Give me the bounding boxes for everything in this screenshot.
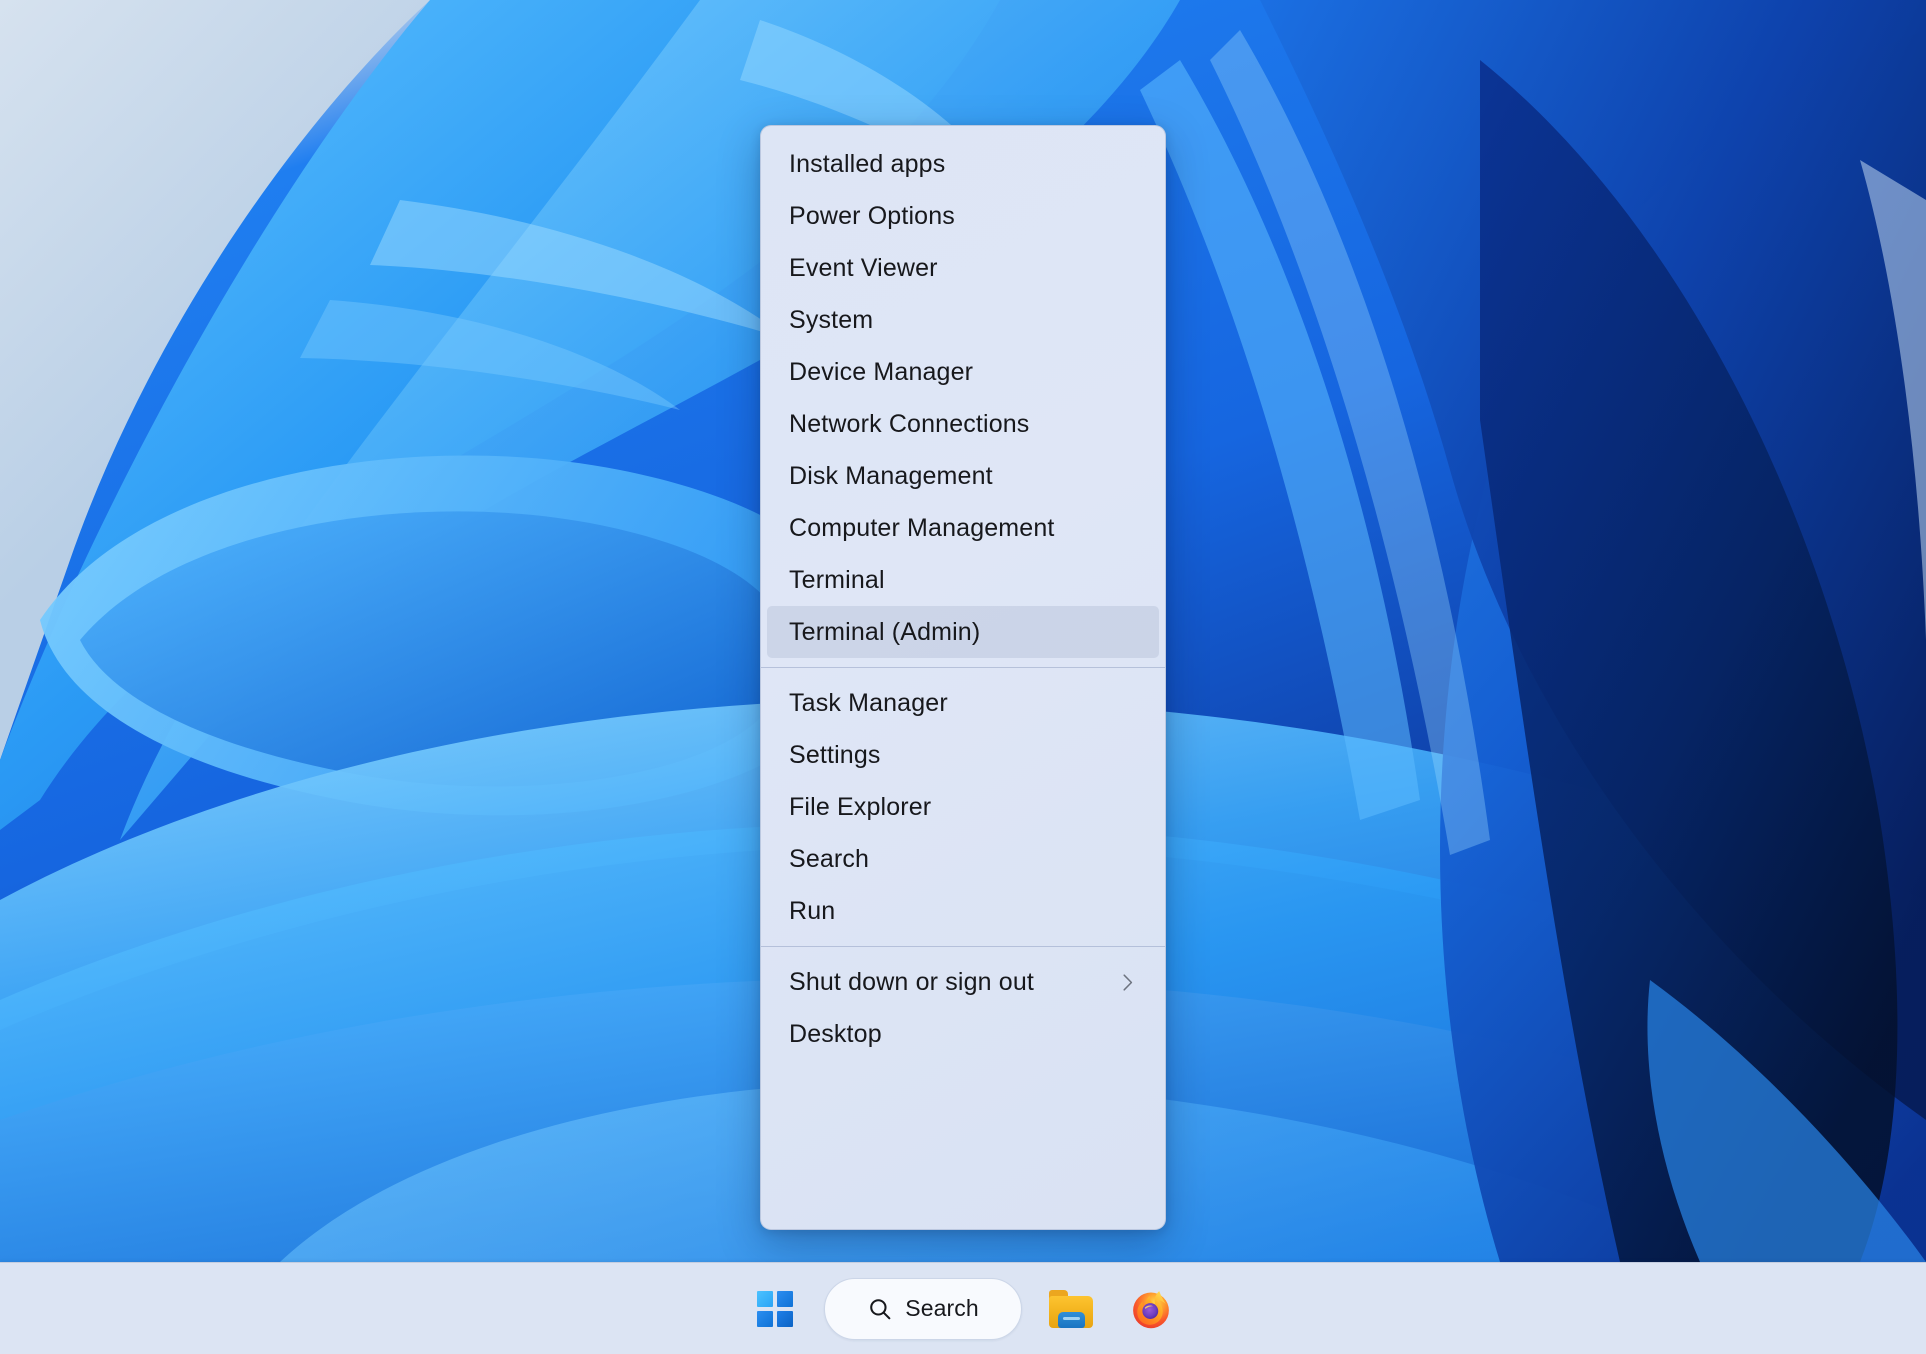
menu-item-label: Power Options <box>789 201 955 230</box>
folder-icon <box>1049 1289 1093 1328</box>
menu-item-label: Computer Management <box>789 513 1055 542</box>
menu-item-run[interactable]: Run <box>767 885 1159 937</box>
menu-item-label: Network Connections <box>789 409 1030 438</box>
menu-item-event-viewer[interactable]: Event Viewer <box>767 242 1159 294</box>
taskbar: Search <box>0 1262 1926 1354</box>
menu-item-label: Event Viewer <box>789 253 938 282</box>
menu-item-search[interactable]: Search <box>767 833 1159 885</box>
winx-quick-link-menu[interactable]: Installed apps Power Options Event Viewer S… <box>760 125 1166 1230</box>
start-button[interactable] <box>744 1278 806 1340</box>
menu-item-settings[interactable]: Settings <box>767 729 1159 781</box>
menu-item-network-connections[interactable]: Network Connections <box>767 398 1159 450</box>
taskbar-item-file-explorer[interactable] <box>1040 1278 1102 1340</box>
menu-item-installed-apps[interactable]: Installed apps <box>767 138 1159 190</box>
menu-item-label: Task Manager <box>789 688 948 717</box>
menu-item-label: Disk Management <box>789 461 993 490</box>
menu-item-device-manager[interactable]: Device Manager <box>767 346 1159 398</box>
menu-separator <box>761 946 1165 947</box>
menu-item-system[interactable]: System <box>767 294 1159 346</box>
menu-item-label: Settings <box>789 740 881 769</box>
menu-item-label: Terminal (Admin) <box>789 617 981 646</box>
menu-item-label: Device Manager <box>789 357 974 386</box>
menu-item-task-manager[interactable]: Task Manager <box>767 677 1159 729</box>
menu-item-label: Search <box>789 844 870 873</box>
menu-item-file-explorer[interactable]: File Explorer <box>767 781 1159 833</box>
menu-item-label: Desktop <box>789 1019 882 1048</box>
menu-item-terminal-admin[interactable]: Terminal (Admin) <box>767 606 1159 658</box>
search-icon <box>870 1298 891 1319</box>
windows-logo-icon <box>757 1290 793 1327</box>
menu-item-shut-down-or-sign-out[interactable]: Shut down or sign out <box>767 956 1159 1008</box>
menu-item-power-options[interactable]: Power Options <box>767 190 1159 242</box>
menu-item-label: Terminal <box>789 565 885 594</box>
menu-item-terminal[interactable]: Terminal <box>767 554 1159 606</box>
menu-item-label: Run <box>789 896 836 925</box>
search-input[interactable]: Search <box>824 1277 1022 1340</box>
firefox-icon <box>1133 1290 1169 1328</box>
menu-item-label: File Explorer <box>789 792 932 821</box>
menu-item-disk-management[interactable]: Disk Management <box>767 450 1159 502</box>
menu-item-label: System <box>789 305 874 334</box>
search-label: Search <box>905 1295 979 1321</box>
menu-item-label: Installed apps <box>789 149 946 178</box>
taskbar-item-firefox[interactable] <box>1120 1278 1182 1340</box>
menu-item-desktop[interactable]: Desktop <box>767 1008 1159 1060</box>
menu-separator <box>761 667 1165 668</box>
taskbar-center-group: Search <box>744 1277 1182 1340</box>
menu-item-label: Shut down or sign out <box>789 967 1034 996</box>
chevron-right-icon <box>1123 973 1133 991</box>
desktop-screen: Installed apps Power Options Event Viewer S… <box>0 0 1926 1354</box>
menu-item-computer-management[interactable]: Computer Management <box>767 502 1159 554</box>
